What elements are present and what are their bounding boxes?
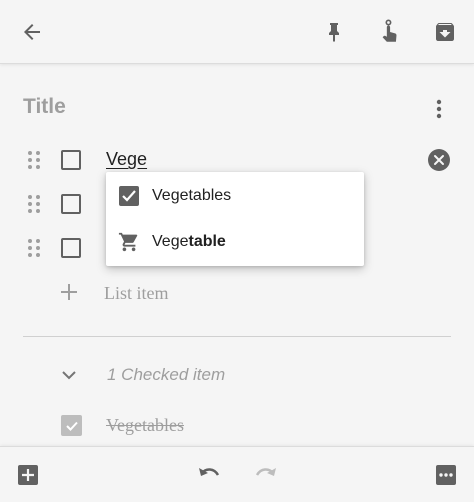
checkbox-icon bbox=[119, 186, 139, 206]
divider bbox=[23, 336, 451, 337]
undo-button[interactable] bbox=[190, 455, 230, 495]
item-text-input[interactable]: Vege bbox=[106, 149, 147, 170]
back-button[interactable] bbox=[12, 12, 52, 52]
more-options-button[interactable] bbox=[424, 94, 454, 124]
note-title[interactable]: Title bbox=[23, 95, 66, 119]
item-checkbox-checked[interactable] bbox=[61, 415, 82, 436]
drag-handle-icon[interactable] bbox=[26, 194, 42, 214]
item-checkbox[interactable] bbox=[61, 150, 81, 170]
close-icon bbox=[434, 155, 444, 165]
clear-item-button[interactable] bbox=[428, 149, 450, 171]
suggestion-completion: table bbox=[188, 233, 226, 250]
redo-icon bbox=[255, 468, 276, 476]
arrow-back-icon bbox=[24, 24, 40, 40]
autocomplete-suggestions: Vegetables Vegetable bbox=[106, 172, 364, 266]
suggestion-text: Vegetable bbox=[152, 233, 226, 251]
item-checkbox[interactable] bbox=[61, 238, 81, 258]
checked-items-count: 1 Checked item bbox=[107, 365, 226, 384]
bottom-toolbar bbox=[0, 446, 474, 502]
redo-button[interactable] bbox=[245, 455, 285, 495]
drag-handle-icon[interactable] bbox=[26, 238, 42, 258]
top-app-bar bbox=[0, 0, 474, 64]
chevron-down-icon bbox=[62, 371, 76, 380]
more-horiz-icon bbox=[436, 465, 456, 485]
pin-icon bbox=[329, 23, 339, 42]
suggestion-item[interactable]: Vegetables bbox=[106, 173, 364, 219]
reminder-hand-icon bbox=[382, 19, 397, 42]
checked-list-item: Vegetables bbox=[0, 406, 474, 444]
suggestion-text: Vegetables bbox=[152, 187, 232, 204]
add-button[interactable] bbox=[8, 455, 48, 495]
add-item-label: List item bbox=[104, 283, 169, 303]
pin-button[interactable] bbox=[314, 12, 354, 52]
add-list-item-row[interactable]: List item bbox=[0, 273, 474, 313]
suggestion-match-prefix: Vege bbox=[152, 233, 189, 250]
checked-item-text[interactable]: Vegetables bbox=[106, 415, 184, 436]
more-actions-button[interactable] bbox=[426, 455, 466, 495]
item-checkbox[interactable] bbox=[61, 194, 81, 214]
add-box-icon bbox=[18, 465, 38, 485]
checked-items-toggle[interactable]: 1 Checked item bbox=[0, 356, 474, 394]
more-vert-icon bbox=[436, 99, 442, 119]
reminder-button[interactable] bbox=[369, 12, 409, 52]
undo-icon bbox=[199, 468, 220, 476]
suggestion-item[interactable]: Vegetable bbox=[106, 219, 364, 265]
archive-icon bbox=[436, 23, 454, 41]
plus-icon bbox=[61, 284, 77, 300]
drag-handle-icon[interactable] bbox=[26, 150, 42, 170]
archive-button[interactable] bbox=[425, 12, 465, 52]
shopping-cart-icon bbox=[118, 232, 138, 252]
check-icon bbox=[65, 421, 78, 431]
